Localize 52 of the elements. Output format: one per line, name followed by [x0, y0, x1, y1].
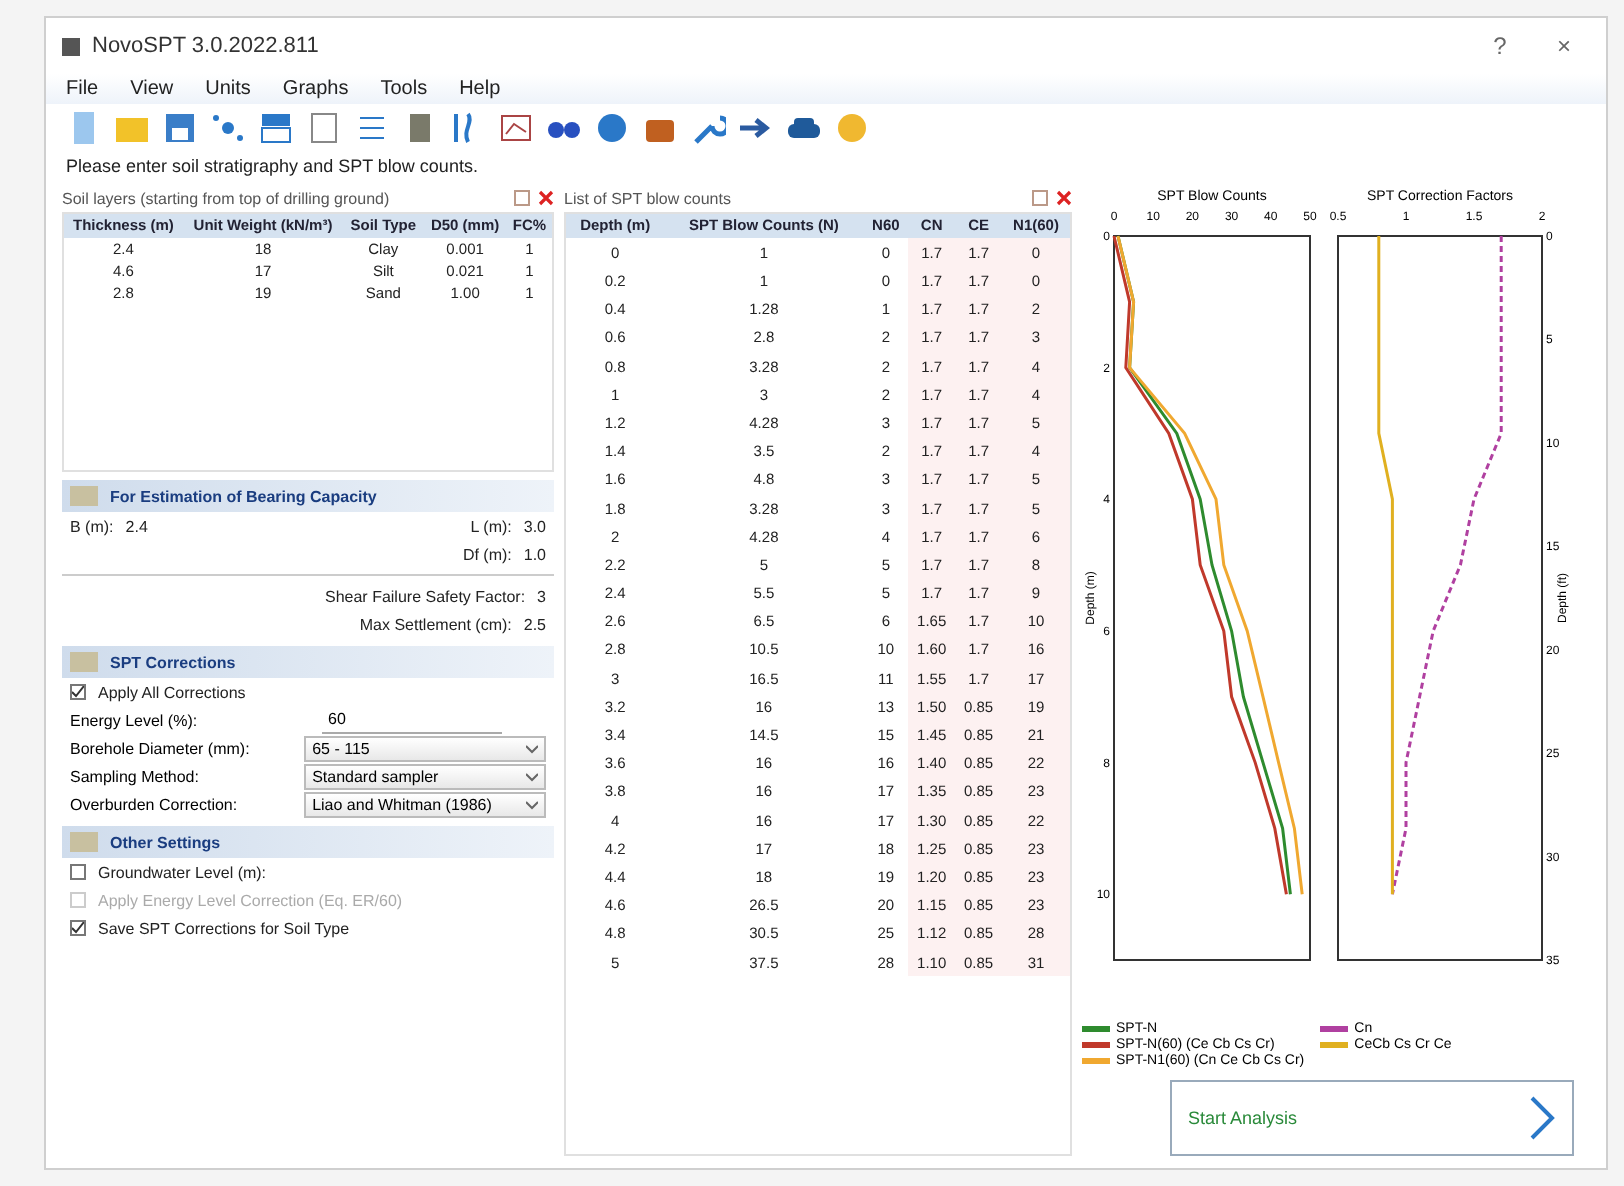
- dropdown[interactable]: Liao and Whitman (1986): [304, 791, 546, 817]
- menu-item[interactable]: View: [130, 78, 174, 100]
- field-label: Df (m):: [462, 545, 512, 563]
- instruction-text: Please enter soil stratigraphy and SPT blow counts.: [64, 154, 480, 180]
- field-value[interactable]: 2.5: [523, 615, 546, 633]
- menu-item[interactable]: Units: [205, 78, 251, 100]
- section-title: Other Settings: [110, 833, 221, 851]
- checkbox[interactable]: [70, 684, 86, 700]
- checkbox-label: Groundwater Level (m):: [98, 863, 267, 881]
- save-icon[interactable]: [162, 110, 198, 146]
- menu-item[interactable]: File: [66, 78, 99, 100]
- checkbox-label: Apply All Corrections: [98, 683, 246, 701]
- start-analysis-button[interactable]: Start Analysis: [1170, 1080, 1574, 1156]
- field-value[interactable]: 2.4: [125, 517, 148, 535]
- dropdown[interactable]: Standard sampler: [304, 763, 546, 789]
- table-icon[interactable]: [258, 110, 294, 146]
- chevron-icon: [1528, 1094, 1556, 1142]
- field-value[interactable]: 3: [537, 587, 546, 605]
- field-label: Max Settlement (cm):: [359, 615, 512, 633]
- checkbox[interactable]: [70, 920, 86, 936]
- checkbox-label: Save SPT Corrections for Soil Type: [98, 919, 350, 937]
- panel-title: List of SPT blow counts: [564, 189, 733, 207]
- panel-title: Soil layers (starting from top of drilling ground): [62, 189, 392, 207]
- help-button[interactable]: ?: [1474, 30, 1526, 62]
- field-label: Sampling Method:: [70, 767, 201, 785]
- input-field[interactable]: 60: [322, 707, 502, 733]
- section-icon: [70, 652, 98, 672]
- close-button[interactable]: ×: [1538, 30, 1590, 62]
- chart-icon[interactable]: [498, 110, 534, 146]
- section-title: SPT Corrections: [110, 653, 236, 671]
- checkbox-label: Apply Energy Level Correction (Eq. ER/60): [98, 891, 403, 909]
- field-value[interactable]: 1.0: [523, 545, 546, 563]
- field-label: L (m):: [470, 517, 512, 535]
- network-icon[interactable]: [210, 110, 246, 146]
- field-label: Shear Failure Safety Factor:: [325, 587, 526, 605]
- checkbox[interactable]: [70, 864, 86, 880]
- section-title: For Estimation of Bearing Capacity: [110, 487, 377, 505]
- field-label: Energy Level (%):: [70, 711, 200, 729]
- field-label: Overburden Correction:: [70, 795, 240, 813]
- dropdown[interactable]: 65 - 115: [304, 735, 546, 761]
- menu-item[interactable]: Help: [459, 78, 501, 100]
- menu-item[interactable]: Tools: [380, 78, 428, 100]
- app-icon: [62, 37, 80, 55]
- window-title: NovoSPT 3.0.2022.811: [92, 34, 321, 58]
- field-label: Borehole Diameter (mm):: [70, 739, 252, 757]
- menu-item[interactable]: Graphs: [282, 78, 349, 100]
- delete-icon[interactable]: [1056, 190, 1072, 206]
- section-icon: [70, 832, 98, 852]
- field-value[interactable]: 3.0: [523, 517, 546, 535]
- delete-icon[interactable]: [538, 190, 554, 206]
- section-icon: [70, 486, 98, 506]
- field-label: B (m):: [70, 517, 114, 535]
